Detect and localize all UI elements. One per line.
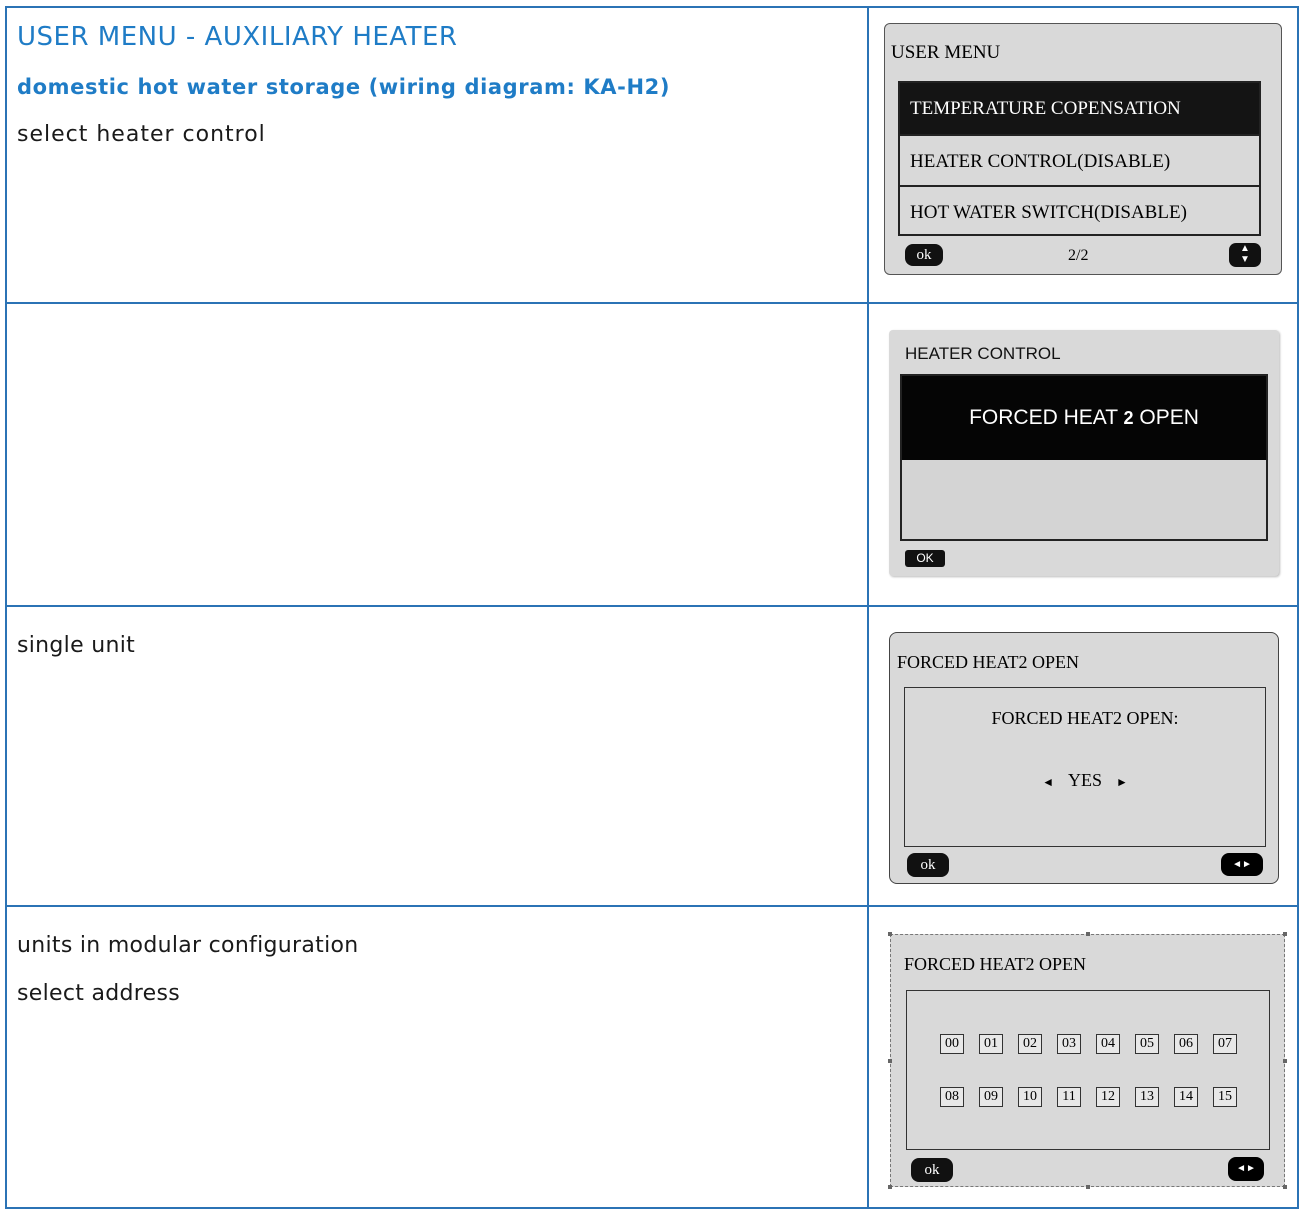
screen-header: FORCED HEAT2 OPEN [897,652,1080,672]
left-right-arrows-icon[interactable]: ◄► [1228,1157,1264,1181]
ok-button[interactable]: ok [905,244,943,266]
row-divider [7,302,1297,304]
forced-heat-single-screen: FORCED HEAT2 OPEN FORCED HEAT2 OPEN: ◄ YE… [889,632,1279,884]
resize-handle [888,1185,892,1189]
setting-box: FORCED HEAT2 OPEN: ◄ YES ► [904,687,1266,847]
menu-item-hot-water-switch[interactable]: HOT WATER SWITCH(DISABLE) [900,185,1259,236]
address-08[interactable]: 08 [940,1087,964,1107]
column-divider [867,8,869,1207]
address-05[interactable]: 05 [1135,1034,1159,1054]
option-forced-heat2-open[interactable]: FORCED HEAT 2 OPEN [902,376,1266,460]
address-09[interactable]: 09 [979,1087,1003,1107]
address-07[interactable]: 07 [1213,1034,1237,1054]
up-down-arrows-icon[interactable]: ▲ ▼ [1229,243,1261,267]
address-03[interactable]: 03 [1057,1034,1081,1054]
left-right-arrows-icon[interactable]: ◄► [1221,853,1263,876]
option-list: FORCED HEAT 2 OPEN [900,374,1268,541]
option-label: FORCED HEAT [969,406,1124,429]
option-label-suffix: OPEN [1133,406,1199,429]
screen-header: FORCED HEAT2 OPEN [904,954,1087,974]
address-04[interactable]: 04 [1096,1034,1120,1054]
menu-item-temperature-compensation[interactable]: TEMPERATURE COPENSATION [900,83,1259,134]
address-10[interactable]: 10 [1018,1087,1042,1107]
menu-list: TEMPERATURE COPENSATION HEATER CONTROL(D… [898,81,1261,236]
address-15[interactable]: 15 [1213,1087,1237,1107]
address-00[interactable]: 00 [940,1034,964,1054]
step-select-address: select address [17,981,180,1006]
heater-control-screen: HEATER CONTROL FORCED HEAT 2 OPEN OK [889,330,1279,576]
resize-handle [888,1059,892,1063]
row-divider [7,905,1297,907]
resize-handle [1283,1185,1287,1189]
option-number: 2 [1123,408,1134,428]
setting-value-selector[interactable]: ◄ YES ► [905,770,1265,791]
address-14[interactable]: 14 [1174,1087,1198,1107]
right-arrow-icon[interactable]: ► [1116,775,1128,789]
resize-handle [888,932,892,936]
address-02[interactable]: 02 [1018,1034,1042,1054]
address-01[interactable]: 01 [979,1034,1003,1054]
menu-item-heater-control[interactable]: HEATER CONTROL(DISABLE) [900,134,1259,185]
resize-handle [1086,932,1090,936]
setting-value: YES [1067,770,1102,790]
ok-button[interactable]: ok [911,1158,953,1182]
step-modular-configuration: units in modular configuration [17,933,359,958]
resize-handle [1283,932,1287,936]
ok-button[interactable]: OK [905,550,945,567]
ok-button[interactable]: ok [907,853,949,877]
row-divider [7,605,1297,607]
resize-handle [1086,1185,1090,1189]
setting-question: FORCED HEAT2 OPEN: [991,708,1179,728]
page-subtitle: domestic hot water storage (wiring diagr… [17,75,671,99]
forced-heat-address-screen: FORCED HEAT2 OPEN 00 01 02 03 04 05 06 07 08 09 10… [888,932,1287,1189]
user-menu-screen: USER MENU TEMPERATURE COPENSATION HEATER… [884,23,1282,275]
step-single-unit: single unit [17,633,136,658]
resize-handle [1283,1059,1287,1063]
screen-header: USER MENU [891,42,1001,63]
address-grid: 00 01 02 03 04 05 06 07 08 09 10 11 12 13 14 15 [906,990,1270,1150]
address-11[interactable]: 11 [1057,1087,1081,1107]
address-06[interactable]: 06 [1174,1034,1198,1054]
page-title: USER MENU - AUXILIARY HEATER [17,22,458,52]
address-12[interactable]: 12 [1096,1087,1120,1107]
left-arrow-icon[interactable]: ◄ [1042,775,1054,789]
page-indicator: 2/2 [1068,247,1089,264]
address-13[interactable]: 13 [1135,1087,1159,1107]
screen-header: HEATER CONTROL [905,344,1061,363]
step-select-heater-control: select heater control [17,122,266,147]
